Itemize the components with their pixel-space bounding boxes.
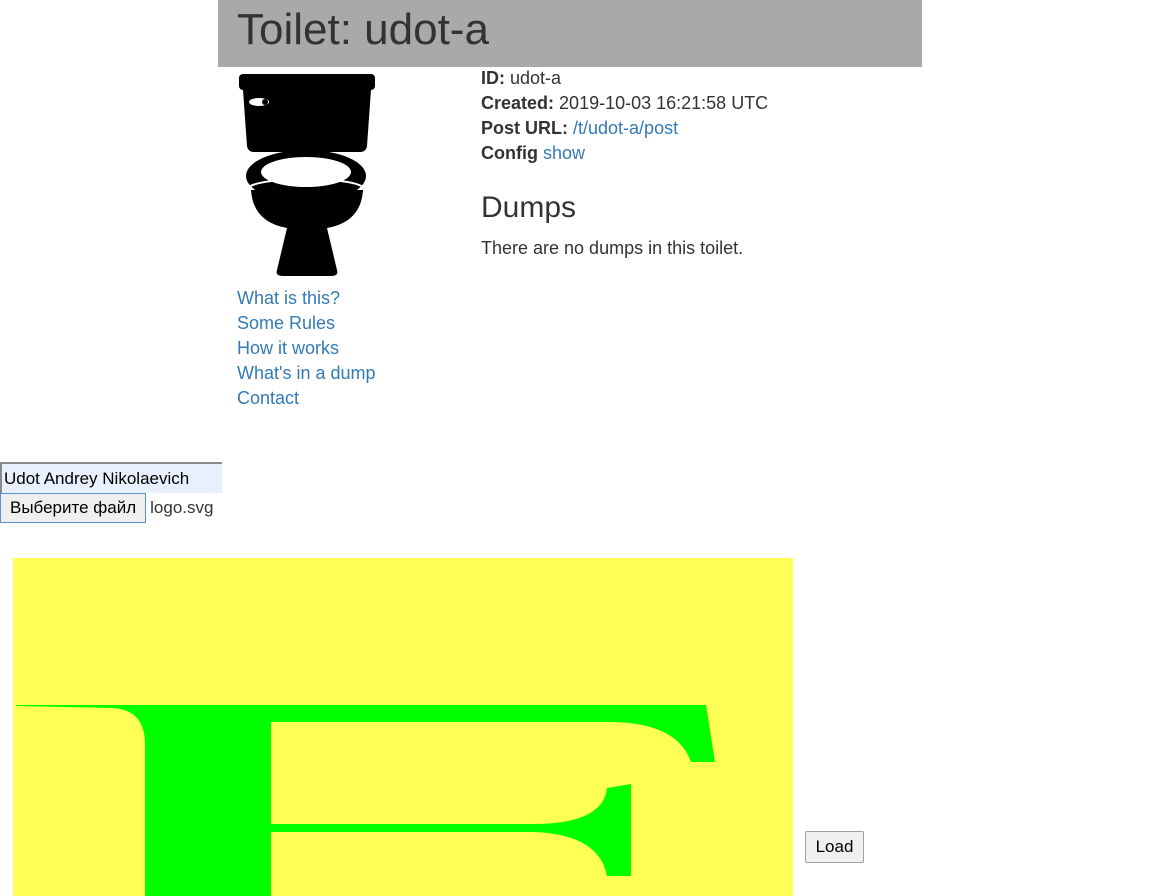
toilet-meta: ID: udot-a Created: 2019-10-03 16:21:58 … bbox=[481, 66, 768, 166]
dumps-empty-message: There are no dumps in this toilet. bbox=[481, 238, 744, 258]
selected-file-name: logo.svg bbox=[150, 498, 214, 517]
meta-created-value: 2019-10-03 16:21:58 UTC bbox=[559, 93, 769, 113]
meta-created-row: Created: 2019-10-03 16:21:58 UTC bbox=[481, 91, 768, 116]
nav-link-contact[interactable]: Contact bbox=[237, 386, 376, 411]
post-url-link[interactable]: /t/udot-a/post bbox=[573, 118, 678, 138]
meta-post-url-row: Post URL: /t/udot-a/post bbox=[481, 116, 768, 141]
toilet-icon bbox=[237, 72, 377, 278]
meta-id-label: ID: bbox=[481, 68, 505, 88]
choose-file-button[interactable]: Выберите файл bbox=[0, 493, 147, 523]
page-title: Toilet: udot-a bbox=[237, 5, 489, 54]
load-button[interactable]: Load bbox=[805, 831, 864, 863]
config-show-link[interactable]: show bbox=[543, 143, 585, 163]
meta-id-row: ID: udot-a bbox=[481, 66, 768, 91]
meta-id-value: udot-a bbox=[510, 68, 562, 88]
meta-created-label: Created: bbox=[481, 93, 555, 113]
file-upload: Выберите файл logo.svg bbox=[0, 493, 213, 523]
meta-config-label: Config bbox=[481, 143, 538, 163]
dumps-heading: Dumps bbox=[481, 191, 577, 224]
name-input[interactable] bbox=[0, 462, 222, 493]
logo-preview-glyph bbox=[16, 705, 715, 896]
help-nav: What is this? Some Rules How it works Wh… bbox=[237, 286, 376, 411]
nav-link-what-is-this[interactable]: What is this? bbox=[237, 286, 376, 311]
nav-link-how-it-works[interactable]: How it works bbox=[237, 336, 376, 361]
nav-link-whats-in-a-dump[interactable]: What's in a dump bbox=[237, 361, 376, 386]
page-header: Toilet: udot-a bbox=[218, 0, 922, 67]
meta-config-row: Config show bbox=[481, 141, 768, 166]
meta-post-url-label: Post URL: bbox=[481, 118, 568, 138]
nav-link-some-rules[interactable]: Some Rules bbox=[237, 311, 376, 336]
logo-preview bbox=[13, 558, 793, 896]
